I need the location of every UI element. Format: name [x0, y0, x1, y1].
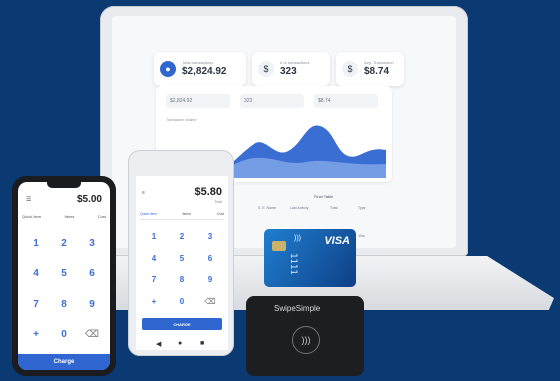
recent-nav-icon[interactable]: ■	[200, 340, 204, 347]
key-7[interactable]: 7	[22, 289, 50, 320]
key-plus[interactable]: +	[140, 291, 168, 313]
key-3[interactable]: 3	[78, 228, 106, 259]
credit-card: ))) 1111 VISA	[264, 229, 356, 287]
stat-label: Avg. Transaction	[364, 60, 394, 65]
phone-notch	[47, 182, 81, 188]
tab-quick-item[interactable]: Quick Item	[140, 212, 157, 216]
key-6[interactable]: 6	[78, 259, 106, 290]
phone-tabs: Quick Item Items Cust	[22, 214, 106, 219]
chip-icon	[272, 241, 286, 251]
table-col: S. E. Name	[258, 206, 276, 210]
stat-card-total-transactions: ● Total transactions $2,824.92	[154, 52, 246, 86]
key-0[interactable]: 0	[168, 291, 196, 313]
key-1[interactable]: 1	[140, 226, 168, 248]
stat-card-count: $ # of transactions 323	[252, 52, 330, 86]
stat-card-average: $ Avg. Transaction $8.74	[336, 52, 404, 86]
key-8[interactable]: 8	[168, 269, 196, 291]
key-1[interactable]: 1	[22, 228, 50, 259]
stat-value: $2,824.92	[182, 66, 227, 77]
key-9[interactable]: 9	[196, 269, 224, 291]
back-nav-icon[interactable]: ◀	[156, 340, 161, 348]
tab-items[interactable]: Items	[65, 214, 75, 219]
menu-icon[interactable]: ☰	[26, 196, 31, 203]
home-nav-icon[interactable]: ●	[178, 340, 182, 347]
key-5[interactable]: 5	[50, 259, 78, 290]
key-7[interactable]: 7	[140, 269, 168, 291]
keypad: 1 2 3 4 5 6 7 8 9 + 0 ⌫	[22, 228, 106, 350]
table-col: Total	[330, 206, 338, 210]
key-6[interactable]: 6	[196, 248, 224, 270]
backspace-icon[interactable]: ⌫	[78, 320, 106, 351]
keypad: 1 2 3 4 5 6 7 8 9 + 0 ⌫	[140, 226, 224, 312]
pos-nav-bar: ◀ ● ■	[136, 338, 228, 350]
table-title: Final Table	[314, 194, 334, 199]
amount-display: $5.00	[76, 194, 102, 205]
visa-logo: VISA	[324, 235, 350, 247]
key-0[interactable]: 0	[50, 320, 78, 351]
tab-cust[interactable]: Cust	[217, 212, 224, 216]
charge-button[interactable]: CHARGE	[142, 318, 222, 330]
tab-items[interactable]: Items	[182, 212, 191, 216]
pos-tabs: Quick Item Items Cust	[140, 212, 224, 220]
key-4[interactable]: 4	[140, 248, 168, 270]
stat-label: Total transactions	[182, 60, 214, 65]
pos-screen: ≡ $5.80 Total Quick Item Items Cust 1 2 …	[136, 176, 228, 338]
key-3[interactable]: 3	[196, 226, 224, 248]
charge-button[interactable]: Charge	[18, 354, 110, 370]
card-number: 1111	[288, 253, 298, 275]
key-4[interactable]: 4	[22, 259, 50, 290]
key-8[interactable]: 8	[50, 289, 78, 320]
back-icon[interactable]: ≡	[142, 190, 145, 196]
table-col: Type	[358, 206, 366, 210]
dollar-icon: $	[342, 61, 358, 77]
phone-screen: ☰ $5.00 Quick Item Items Cust 1 2 3 4 5 …	[18, 182, 110, 370]
amount-display: $5.80	[194, 186, 222, 198]
tab-cust[interactable]: Cust	[98, 214, 106, 219]
key-5[interactable]: 5	[168, 248, 196, 270]
key-2[interactable]: 2	[168, 226, 196, 248]
card-reader: SwipeSimple )))	[246, 296, 364, 376]
stat-value: 323	[280, 66, 297, 77]
contactless-icon: )))	[292, 326, 320, 354]
key-9[interactable]: 9	[78, 289, 106, 320]
dollar-icon: $	[258, 61, 274, 77]
stat-label: # of transactions	[280, 60, 310, 65]
dollar-icon: ●	[160, 61, 176, 77]
contactless-icon: )))	[294, 235, 301, 242]
key-2[interactable]: 2	[50, 228, 78, 259]
table-cell: Visa	[358, 234, 365, 238]
key-plus[interactable]: +	[22, 320, 50, 351]
tab-quick-item[interactable]: Quick Item	[22, 214, 41, 219]
total-label: Total	[214, 200, 222, 204]
stat-value: $8.74	[364, 66, 390, 77]
table-col: Last Activity	[290, 206, 309, 210]
reader-brand: SwipeSimple	[274, 304, 321, 313]
backspace-icon[interactable]: ⌫	[196, 291, 224, 313]
